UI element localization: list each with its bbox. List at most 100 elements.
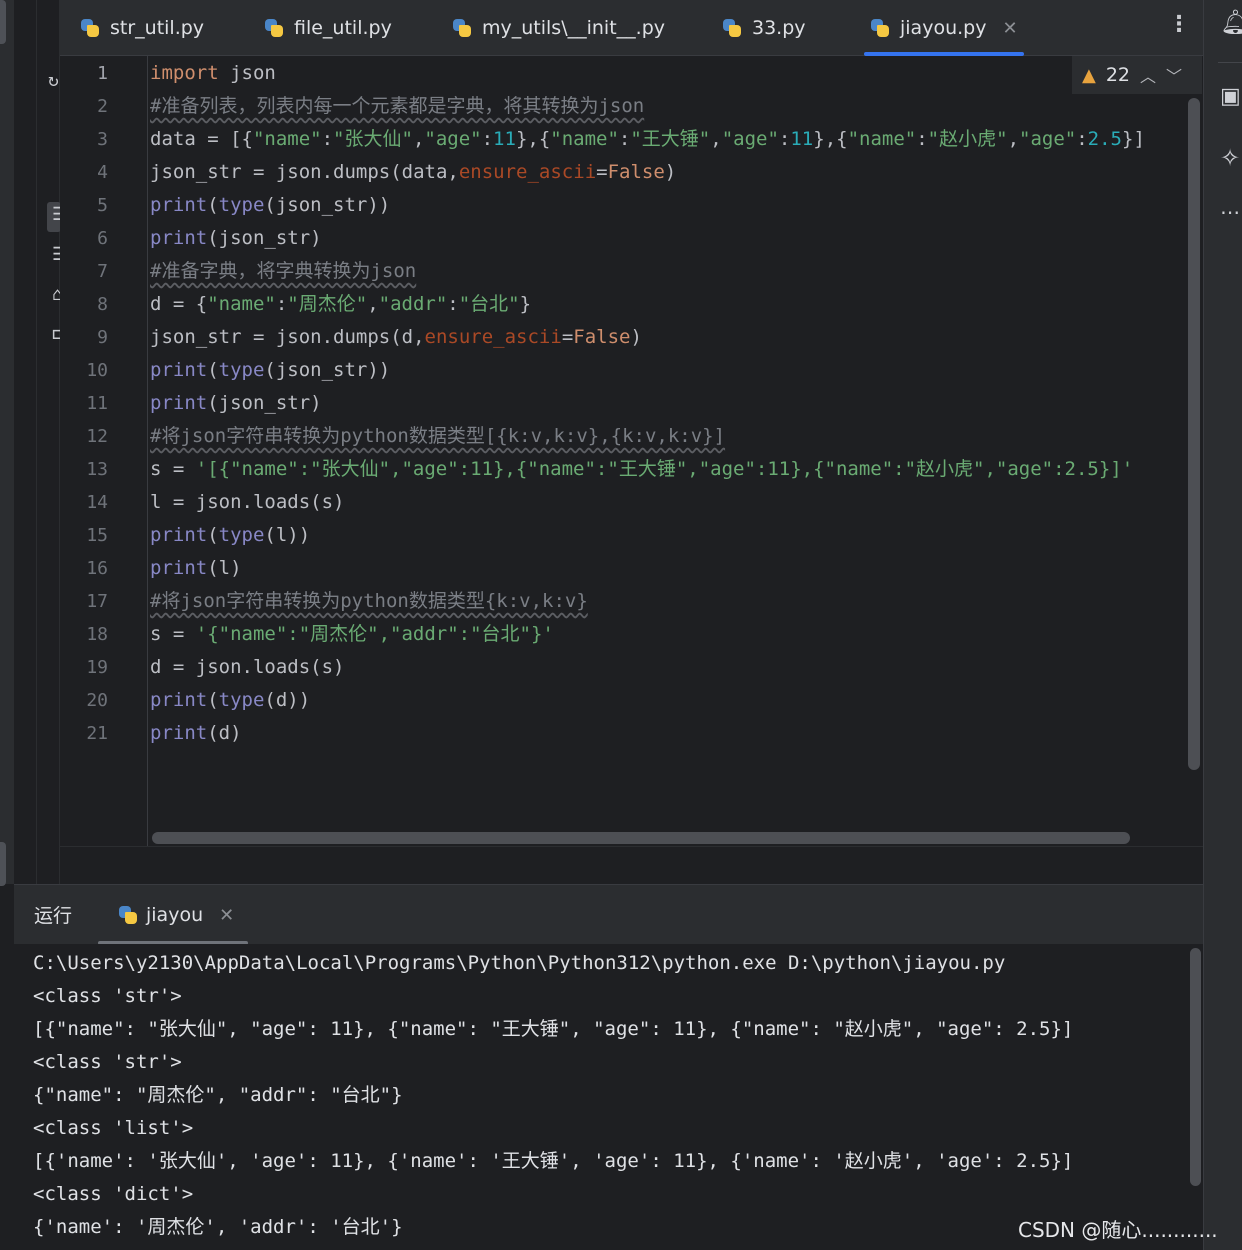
code-token: json_str = json.dumps(data, bbox=[150, 161, 459, 183]
refresh-icon[interactable]: ↻ bbox=[48, 70, 59, 91]
code-line[interactable]: #准备列表，列表内每一个元素都是字典，将其转换为json bbox=[150, 90, 644, 123]
code-editor[interactable]: 1 2 3 4 5 6 7 8 9 10 11 12 13 14 15 16 17 18 19 20 21 import… bbox=[60, 56, 1203, 846]
code-token: d = { bbox=[150, 293, 208, 315]
tab-my-utils-init[interactable]: my_utils\__init__.py bbox=[452, 0, 665, 56]
code-line[interactable]: #将json字符串转换为python数据类型{k:v,k:v} bbox=[150, 585, 588, 618]
code-token: print bbox=[150, 524, 208, 546]
code-token: print bbox=[150, 689, 208, 711]
code-line[interactable]: l = json.loads(s) bbox=[150, 486, 344, 519]
code-line[interactable]: json_str = json.dumps(data,ensure_ascii=… bbox=[150, 156, 676, 189]
console-line: <class 'list'> bbox=[33, 1117, 194, 1139]
code-token: (json_str)) bbox=[264, 194, 391, 216]
code-token: ensure_ascii bbox=[458, 161, 597, 183]
run-tab-jiayou[interactable]: jiayou ✕ bbox=[118, 885, 234, 945]
line-number: 21 bbox=[86, 723, 108, 744]
code-token: : bbox=[321, 128, 334, 150]
line-number: 13 bbox=[86, 459, 108, 480]
code-token: False bbox=[607, 161, 665, 183]
code-token: (l) bbox=[207, 557, 242, 579]
code-token: "name" bbox=[252, 128, 322, 150]
code-line[interactable]: print(type(json_str)) bbox=[150, 354, 390, 387]
code-token: = bbox=[596, 161, 608, 183]
code-token: , bbox=[1007, 128, 1020, 150]
vertical-scrollbar[interactable] bbox=[1188, 98, 1200, 770]
code-token: "周杰伦" bbox=[287, 293, 368, 315]
run-panel-title: 运行 bbox=[34, 905, 73, 927]
code-token: : bbox=[447, 293, 459, 315]
line-number: 8 bbox=[97, 294, 108, 315]
inspection-widget[interactable]: ▲ 22 ︿ ﹀ bbox=[1072, 56, 1202, 94]
console-line: <class 'str'> bbox=[33, 985, 182, 1007]
code-token: 11 bbox=[790, 128, 814, 150]
code-token: }] bbox=[1122, 128, 1145, 150]
more-options-icon[interactable]: ⋮ bbox=[1168, 12, 1190, 37]
code-line[interactable]: print(json_str) bbox=[150, 387, 322, 420]
code-line[interactable]: #将json字符串转换为python数据类型[{k:v,k:v},{k:v,k:… bbox=[150, 420, 725, 453]
code-line[interactable]: #准备字典，将字典转换为json bbox=[150, 255, 416, 288]
code-token: ) bbox=[630, 326, 642, 348]
translate-icon[interactable]: ▣ bbox=[1220, 84, 1241, 109]
code-line[interactable]: print(type(json_str)) bbox=[150, 189, 390, 222]
code-token: },{ bbox=[515, 128, 551, 150]
code-token: , bbox=[710, 128, 722, 150]
code-token: : bbox=[275, 293, 288, 315]
code-token: type bbox=[218, 524, 265, 546]
code-token: type bbox=[218, 359, 265, 381]
code-token: : bbox=[481, 128, 494, 150]
sparkle-icon[interactable]: ✧ bbox=[1220, 144, 1240, 172]
run-console-output[interactable]: C:\Users\y2130\AppData\Local\Programs\Py… bbox=[14, 944, 1203, 1250]
code-token: print bbox=[150, 392, 208, 414]
code-token: : bbox=[618, 128, 631, 150]
line-number: 9 bbox=[97, 327, 108, 348]
tab-33[interactable]: 33.py bbox=[722, 0, 806, 56]
line-number: 16 bbox=[86, 558, 108, 579]
console-line: <class 'dict'> bbox=[33, 1183, 194, 1205]
code-line[interactable]: print(l) bbox=[150, 552, 242, 585]
line-number: 1 bbox=[97, 63, 108, 84]
code-line[interactable]: data = [{"name":"张大仙","age":11},{"name":… bbox=[150, 123, 1145, 156]
code-token: print bbox=[150, 227, 208, 249]
tab-str-util[interactable]: str_util.py bbox=[80, 0, 204, 56]
code-line[interactable]: s = '{"name":"周杰伦","addr":"台北"}' bbox=[150, 618, 554, 651]
code-token: type bbox=[218, 194, 265, 216]
code-token: False bbox=[573, 326, 631, 348]
code-line[interactable]: print(type(l)) bbox=[150, 519, 310, 552]
line-number: 6 bbox=[97, 228, 108, 249]
line-number: 7 bbox=[97, 261, 108, 282]
tab-jiayou[interactable]: jiayou.py ✕ bbox=[864, 0, 1024, 56]
line-number-gutter: 1 2 3 4 5 6 7 8 9 10 11 12 13 14 15 16 17 18 19 20 21 bbox=[60, 56, 148, 846]
code-token: (json_str) bbox=[207, 392, 322, 414]
code-line[interactable]: import json bbox=[150, 57, 276, 90]
line-number: 19 bbox=[86, 657, 108, 678]
line-number: 15 bbox=[86, 525, 108, 546]
code-line[interactable]: d = {"name":"周杰伦","addr":"台北"} bbox=[150, 288, 531, 321]
chevron-up-icon[interactable]: ︿ bbox=[1140, 63, 1156, 87]
chevron-down-icon[interactable]: ﹀ bbox=[1166, 63, 1182, 87]
more-tools-icon[interactable]: ⋯ bbox=[1220, 200, 1240, 224]
code-line[interactable]: json_str = json.dumps(d,ensure_ascii=Fal… bbox=[150, 321, 642, 354]
code-line[interactable]: print(json_str) bbox=[150, 222, 322, 255]
code-line[interactable]: s = '[{"name":"张大仙","age":11},{"name":"王… bbox=[150, 453, 1133, 486]
code-token: "age" bbox=[1019, 128, 1077, 150]
code-token: : bbox=[778, 128, 791, 150]
watermark: CSDN @随心............ bbox=[1018, 1218, 1218, 1242]
code-line[interactable]: print(d) bbox=[150, 717, 242, 750]
line-number: 3 bbox=[97, 129, 108, 150]
warning-count: 22 bbox=[1105, 64, 1131, 86]
close-icon[interactable]: ✕ bbox=[1002, 18, 1017, 39]
console-scrollbar[interactable] bbox=[1190, 948, 1201, 1186]
code-line[interactable]: print(type(d)) bbox=[150, 684, 310, 717]
close-icon[interactable]: ✕ bbox=[219, 905, 234, 926]
code-token: : bbox=[1076, 128, 1088, 150]
bell-icon[interactable]: 🔔︎ bbox=[1220, 8, 1242, 36]
code-token: "name" bbox=[847, 128, 917, 150]
editor-bottom-area bbox=[60, 846, 1203, 884]
code-line[interactable]: d = json.loads(s) bbox=[150, 651, 344, 684]
code-token: type bbox=[218, 689, 265, 711]
code-token: "addr" bbox=[378, 293, 448, 315]
code-token: , bbox=[412, 128, 425, 150]
horizontal-scrollbar[interactable] bbox=[152, 832, 1130, 844]
tab-label: file_util.py bbox=[294, 17, 392, 39]
left-edge-strip bbox=[0, 0, 14, 886]
tab-file-util[interactable]: file_util.py bbox=[264, 0, 392, 56]
